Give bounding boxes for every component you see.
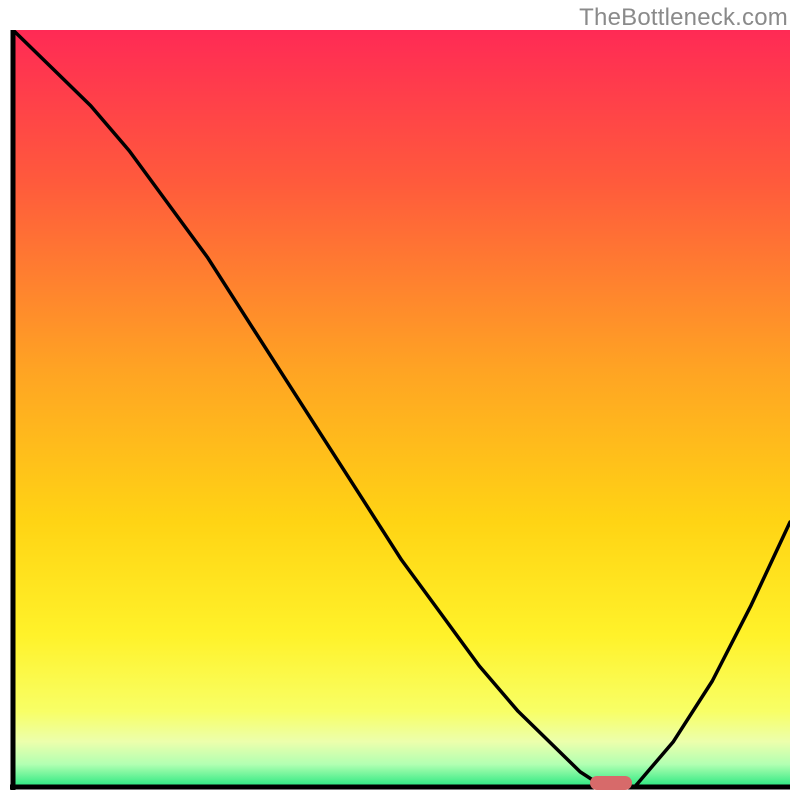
chart-background: [13, 30, 790, 787]
optimal-marker: [590, 776, 632, 790]
chart-svg: [10, 30, 790, 790]
watermark-text: TheBottleneck.com: [579, 4, 788, 32]
chart-frame: [10, 30, 790, 790]
